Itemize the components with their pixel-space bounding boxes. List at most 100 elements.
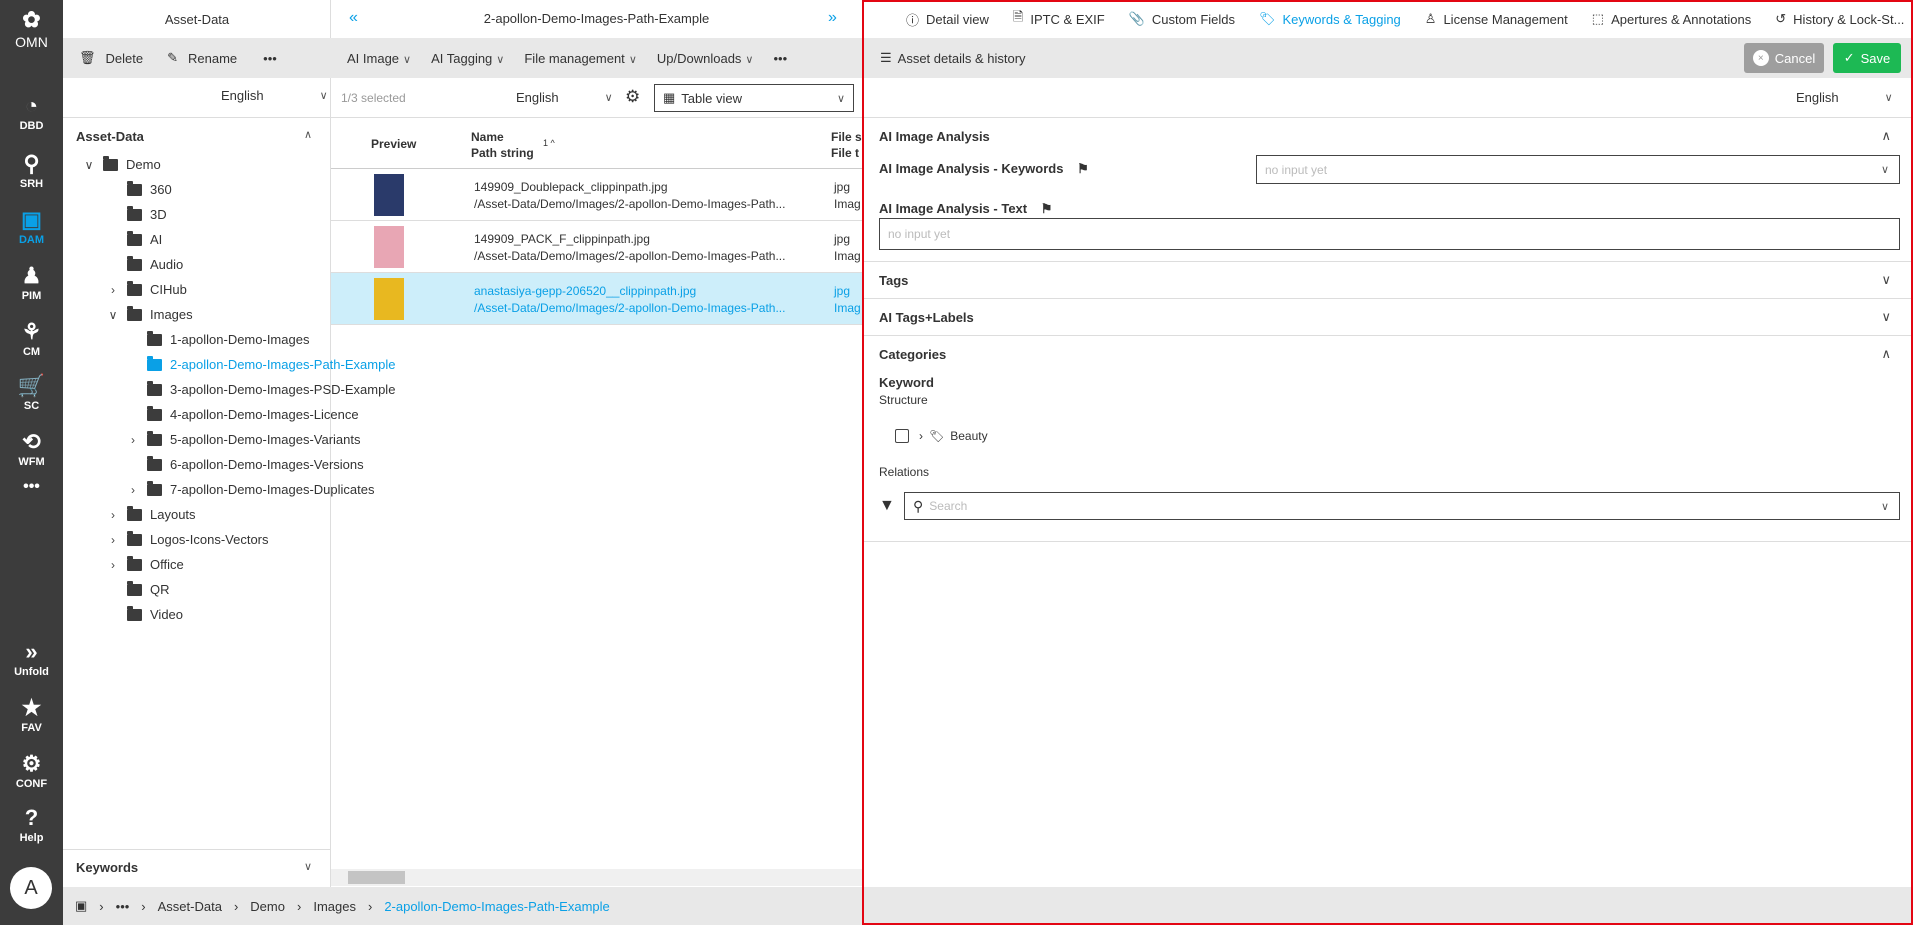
- detail-toolbar: ☰ Asset details & history × Cancel ✓ Save: [864, 38, 1911, 78]
- language-select[interactable]: English ∨: [1796, 90, 1893, 105]
- horizontal-scrollbar[interactable]: [331, 869, 862, 886]
- rail-item-fav[interactable]: ★ FAV: [0, 696, 63, 735]
- rail-item-sc[interactable]: 🛒 SC: [0, 374, 63, 413]
- chevron-up-icon[interactable]: ∧: [1881, 346, 1891, 362]
- folder-item[interactable]: AI: [107, 230, 162, 247]
- rail-item-help[interactable]: ? Help: [0, 806, 63, 845]
- tab-keywords-tagging[interactable]: 🏷 Keywords & Tagging: [1259, 8, 1401, 30]
- breadcrumb-item[interactable]: Demo: [250, 899, 285, 914]
- chevron-right-icon[interactable]: ›: [107, 558, 119, 572]
- breadcrumb-item[interactable]: Images: [313, 899, 356, 914]
- rail-item-unfold[interactable]: » Unfold: [0, 640, 63, 679]
- folder-item[interactable]: › CIHub: [107, 280, 187, 297]
- breadcrumb-item[interactable]: 2-apollon-Demo-Images-Path-Example: [384, 899, 609, 914]
- language-select[interactable]: English ∨: [221, 88, 328, 103]
- expand-right-icon[interactable]: »: [828, 9, 837, 27]
- folder-item[interactable]: 4-apollon-Demo-Images-Licence: [127, 405, 359, 422]
- menu-up-downloads[interactable]: Up/Downloads ∨: [657, 51, 754, 66]
- keywords-section[interactable]: Keywords: [76, 860, 138, 875]
- folder-item[interactable]: › Layouts: [107, 505, 196, 522]
- settings-gear-icon[interactable]: ⚙: [625, 87, 640, 107]
- rail-item-moremoremore[interactable]: •••: [0, 478, 63, 496]
- section-tags[interactable]: Tags: [879, 273, 908, 288]
- folder-item[interactable]: 3D: [107, 205, 167, 222]
- rail-item-srh[interactable]: ⚲ SRH: [0, 152, 63, 191]
- ai-keywords-select[interactable]: no input yet ∨: [1256, 155, 1900, 184]
- folder-item[interactable]: Audio: [107, 255, 183, 272]
- checkbox[interactable]: [895, 429, 909, 443]
- more-button[interactable]: •••: [773, 51, 787, 66]
- view-select[interactable]: ▦ Table view ∨: [654, 84, 854, 112]
- tree-item-beauty[interactable]: Beauty: [950, 429, 987, 443]
- section-ai-tags-labels[interactable]: AI Tags+Labels: [879, 310, 974, 325]
- chevron-down-icon[interactable]: ∨: [83, 158, 95, 172]
- more-button[interactable]: •••: [263, 51, 277, 66]
- chevron-right-icon[interactable]: ›: [127, 483, 139, 497]
- rail-item-conf[interactable]: ⚙ CONF: [0, 752, 63, 791]
- filter-icon[interactable]: ▼: [879, 497, 895, 515]
- chevron-down-icon[interactable]: ∨: [1881, 272, 1891, 288]
- tab-custom-fields[interactable]: 📎 Custom Fields: [1129, 8, 1235, 30]
- workflow-icon: ⟲: [22, 429, 41, 454]
- folder-item[interactable]: QR: [107, 580, 170, 597]
- chevron-down-icon[interactable]: ∨: [1881, 309, 1891, 325]
- relations-search[interactable]: ⚲ Search ∨: [904, 492, 1900, 520]
- column-name[interactable]: Name Path string: [471, 129, 534, 161]
- column-file[interactable]: File s File t: [831, 129, 862, 161]
- folder-item[interactable]: 6-apollon-Demo-Images-Versions: [127, 455, 364, 472]
- chevron-down-icon[interactable]: ∨: [107, 308, 119, 322]
- ai-text-input[interactable]: no input yet: [879, 218, 1900, 250]
- sort-indicator[interactable]: 1 ^: [543, 138, 555, 148]
- table-row[interactable]: 149909_PACK_F_clippinpath.jpg/Asset-Data…: [331, 221, 862, 273]
- folder-item[interactable]: › Logos-Icons-Vectors: [107, 530, 269, 547]
- flag-icon[interactable]: ⚑: [1041, 201, 1053, 216]
- tab-detail-view[interactable]: ⓘ Detail view: [906, 8, 989, 30]
- rail-item-wfm[interactable]: ⟲ WFM: [0, 429, 63, 469]
- avatar[interactable]: A: [10, 867, 52, 909]
- tab-apertures-annotations[interactable]: ⬚ Apertures & Annotations: [1592, 8, 1752, 30]
- menu-file-management[interactable]: File management ∨: [524, 51, 637, 66]
- rail-item-pim[interactable]: ♟ PIM: [0, 264, 63, 303]
- breadcrumb-item[interactable]: Asset-Data: [158, 899, 222, 914]
- table-row[interactable]: anastasiya-gepp-206520__clippinpath.jpg /…: [331, 273, 862, 325]
- breadcrumb-item[interactable]: •••: [116, 899, 130, 914]
- section-ai-image-analysis[interactable]: AI Image Analysis: [879, 129, 990, 144]
- tree-root[interactable]: Asset-Data: [76, 129, 144, 144]
- tab-iptc-exif[interactable]: 🗎 IPTC & EXIF: [1013, 8, 1105, 30]
- scrollbar-thumb[interactable]: [348, 871, 405, 884]
- language-select[interactable]: English ∨: [516, 90, 613, 105]
- delete-button[interactable]: Delete: [106, 51, 144, 66]
- tab-history-lock-st-[interactable]: ↺ History & Lock-St...: [1775, 8, 1904, 30]
- folder-item[interactable]: ∨ Demo: [83, 155, 161, 172]
- column-preview[interactable]: Preview: [371, 137, 416, 151]
- folder-item[interactable]: Video: [107, 605, 183, 622]
- chevron-right-icon[interactable]: ›: [127, 433, 139, 447]
- rail-item-cm[interactable]: ⚘ CM: [0, 320, 63, 359]
- chevron-right-icon[interactable]: ›: [107, 283, 119, 297]
- table-row[interactable]: 149909_Doublepack_clippinpath.jpg/Asset-…: [331, 169, 862, 221]
- save-button[interactable]: ✓ Save: [1833, 43, 1901, 73]
- folder-item[interactable]: ∨ Images: [107, 305, 193, 322]
- rename-button[interactable]: Rename: [188, 51, 237, 66]
- folder-item[interactable]: 1-apollon-Demo-Images: [127, 330, 309, 347]
- chevron-up-icon[interactable]: ∧: [304, 128, 312, 141]
- section-categories[interactable]: Categories: [879, 347, 946, 362]
- cancel-button[interactable]: × Cancel: [1744, 43, 1824, 73]
- menu-ai-tagging[interactable]: AI Tagging ∨: [431, 51, 504, 66]
- flag-icon[interactable]: ⚑: [1077, 161, 1089, 176]
- folder-open-icon: [103, 155, 118, 171]
- rail-item-dbd[interactable]: ◔ DBD: [0, 94, 63, 133]
- chevron-right-icon[interactable]: ›: [919, 429, 923, 443]
- chevron-right-icon[interactable]: ›: [107, 533, 119, 547]
- folder-item[interactable]: › 5-apollon-Demo-Images-Variants: [127, 430, 361, 447]
- folder-item[interactable]: › Office: [107, 555, 184, 572]
- chevron-up-icon[interactable]: ∧: [1881, 128, 1891, 144]
- gallery-icon[interactable]: ▣: [75, 898, 87, 914]
- menu-ai-image[interactable]: AI Image ∨: [347, 51, 411, 66]
- chevron-down-icon: ∨: [745, 53, 754, 66]
- rail-item-dam[interactable]: ▣ DAM: [0, 208, 63, 247]
- chevron-right-icon[interactable]: ›: [107, 508, 119, 522]
- tab-license-management[interactable]: ♙ License Management: [1425, 8, 1568, 30]
- folder-item[interactable]: 360: [107, 180, 172, 197]
- chevron-down-icon[interactable]: ∨: [304, 860, 312, 873]
